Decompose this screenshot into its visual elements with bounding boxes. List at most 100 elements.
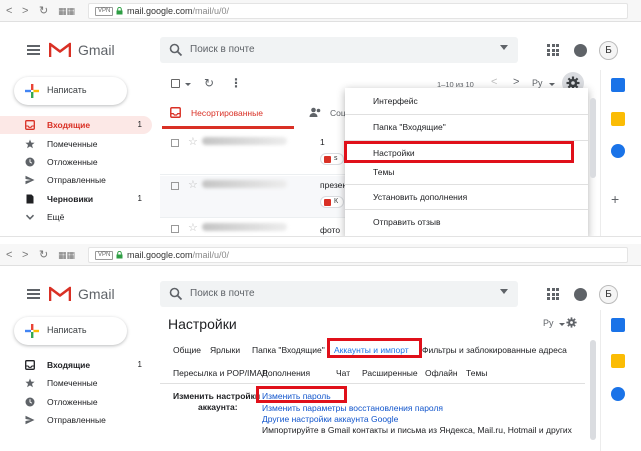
tasks-icon[interactable]	[611, 387, 625, 401]
scrollbar[interactable]	[590, 340, 596, 440]
apps-grid-icon[interactable]	[547, 44, 559, 56]
sidebar-item-inbox[interactable]: Входящие 1	[0, 356, 152, 374]
attachment-chip[interactable]: s	[320, 153, 344, 165]
attachment-chip[interactable]: К	[320, 196, 344, 208]
calendar-icon[interactable]	[611, 318, 625, 332]
main-menu-icon[interactable]	[27, 289, 40, 299]
keep-icon[interactable]	[611, 112, 625, 126]
keep-icon[interactable]	[611, 354, 625, 368]
add-addon-icon[interactable]: +	[611, 192, 619, 206]
vpn-badge[interactable]: VPN	[95, 7, 114, 16]
back-icon[interactable]: <	[6, 248, 12, 262]
select-options-icon[interactable]	[185, 83, 191, 86]
forward-icon[interactable]: >	[22, 4, 28, 18]
google-account-settings-link[interactable]: Другие настройки аккаунта Google	[262, 414, 398, 425]
search-icon[interactable]	[169, 43, 183, 57]
tab-social[interactable]: Соц	[330, 108, 346, 119]
browser-toolbar: < > ↻ ▦▦ VPN mail.google.com/mail/u/0/	[0, 0, 641, 22]
reload-icon[interactable]: ↻	[39, 4, 48, 18]
address-bar[interactable]: VPN mail.google.com/mail/u/0/	[88, 3, 628, 19]
sidebar-item-drafts[interactable]: Черновики 1	[0, 190, 152, 208]
reload-icon[interactable]: ↻	[39, 248, 48, 262]
vpn-badge[interactable]: VPN	[95, 251, 114, 260]
tasks-icon[interactable]	[611, 144, 625, 158]
avatar[interactable]: Б	[599, 41, 618, 60]
address-bar[interactable]: VPN mail.google.com/mail/u/0/	[88, 247, 628, 263]
recovery-options-link[interactable]: Изменить параметры восстановления пароля	[262, 403, 443, 414]
gear-icon[interactable]	[566, 317, 577, 328]
menu-item-display-density[interactable]: Интерфейс	[345, 91, 588, 111]
url-text: mail.google.com/mail/u/0/	[127, 250, 230, 260]
tab-labels[interactable]: Ярлыки	[210, 345, 240, 355]
tab-forwarding[interactable]: Пересылка и POP/IMAP	[173, 368, 268, 378]
more-actions-icon[interactable]: ⋮	[230, 77, 242, 89]
star-outline-icon[interactable]: ☆	[188, 137, 198, 148]
select-all-checkbox[interactable]	[171, 79, 180, 88]
tab-addons[interactable]: Дополнения	[262, 368, 310, 378]
main-menu-icon[interactable]	[27, 45, 40, 55]
tab-inbox[interactable]: Папка "Входящие"	[252, 345, 325, 355]
star-outline-icon[interactable]: ☆	[188, 180, 198, 191]
search-bar[interactable]: Поиск в почте	[160, 281, 518, 307]
sidebar-item-starred[interactable]: Помеченные	[0, 135, 152, 153]
sidebar-item-more[interactable]: Ещё	[0, 208, 152, 226]
forward-icon[interactable]: >	[22, 248, 28, 262]
tab-offline[interactable]: Офлайн	[425, 368, 458, 378]
apps-grid-icon[interactable]	[547, 288, 559, 300]
search-options-icon[interactable]	[500, 289, 508, 294]
top-screenshot-panel: < > ↻ ▦▦ VPN mail.google.com/mail/u/0/ G…	[0, 0, 641, 236]
clock-icon	[25, 157, 35, 167]
tab-filters[interactable]: Фильтры и заблокированные адреса	[422, 345, 567, 355]
url-text: mail.google.com/mail/u/0/	[127, 6, 230, 16]
plus-icon	[25, 324, 39, 338]
notifications-icon[interactable]	[574, 288, 587, 301]
notifications-icon[interactable]	[574, 44, 587, 57]
avatar[interactable]: Б	[599, 285, 618, 304]
tab-themes[interactable]: Темы	[466, 368, 487, 378]
gmail-brand: Gmail	[78, 286, 115, 302]
compose-button[interactable]: Написать	[14, 317, 127, 345]
tabs-grid-icon[interactable]: ▦▦	[58, 248, 75, 262]
tab-chat[interactable]: Чат	[336, 368, 350, 378]
row-checkbox[interactable]	[171, 225, 179, 233]
gmail-brand: Gmail	[78, 42, 115, 58]
tab-primary[interactable]: Несортированные	[191, 108, 263, 119]
language-caret-icon[interactable]	[549, 83, 555, 86]
search-icon[interactable]	[169, 287, 183, 301]
settings-divider	[160, 383, 585, 384]
row-checkbox[interactable]	[171, 182, 179, 190]
tab-advanced[interactable]: Расширенные	[362, 368, 418, 378]
compose-button[interactable]: Написать	[14, 77, 127, 105]
section-label: Изменить настройки	[173, 391, 261, 401]
search-bar[interactable]: Поиск в почте	[160, 37, 518, 63]
search-options-icon[interactable]	[500, 45, 508, 50]
sidebar-item-sent[interactable]: Отправленные	[0, 171, 152, 189]
sidebar-item-inbox[interactable]: Входящие 1	[0, 116, 152, 134]
star-outline-icon[interactable]: ☆	[188, 223, 198, 234]
menu-item-send-feedback[interactable]: Отправить отзыв	[345, 212, 588, 232]
sidebar-item-sent[interactable]: Отправленные	[0, 411, 152, 429]
star-icon	[25, 139, 35, 149]
input-language[interactable]: Ру	[543, 318, 554, 329]
scrollbar[interactable]	[590, 98, 596, 178]
tabs-grid-icon[interactable]: ▦▦	[58, 4, 75, 18]
refresh-icon[interactable]: ↻	[204, 77, 214, 89]
tab-general[interactable]: Общие	[173, 345, 201, 355]
draft-icon	[26, 194, 34, 204]
sidebar-item-snoozed[interactable]: Отложенные	[0, 393, 152, 411]
settings-highlight-box	[344, 141, 574, 163]
menu-item-inbox-type[interactable]: Папка "Входящие"	[345, 117, 588, 137]
sidebar-item-snoozed[interactable]: Отложенные	[0, 153, 152, 171]
lock-icon	[116, 7, 123, 15]
menu-item-themes[interactable]: Темы	[345, 162, 588, 182]
next-page-icon[interactable]: >	[513, 77, 519, 88]
gmail-logo-icon	[49, 42, 71, 58]
send-icon	[25, 415, 35, 425]
calendar-icon[interactable]	[611, 78, 625, 92]
sidebar-item-starred[interactable]: Помеченные	[0, 374, 152, 392]
prev-page-icon[interactable]: <	[491, 77, 497, 88]
row-checkbox[interactable]	[171, 139, 179, 147]
menu-item-get-addons[interactable]: Установить дополнения	[345, 187, 588, 207]
back-icon[interactable]: <	[6, 4, 12, 18]
language-caret-icon[interactable]	[559, 323, 565, 326]
